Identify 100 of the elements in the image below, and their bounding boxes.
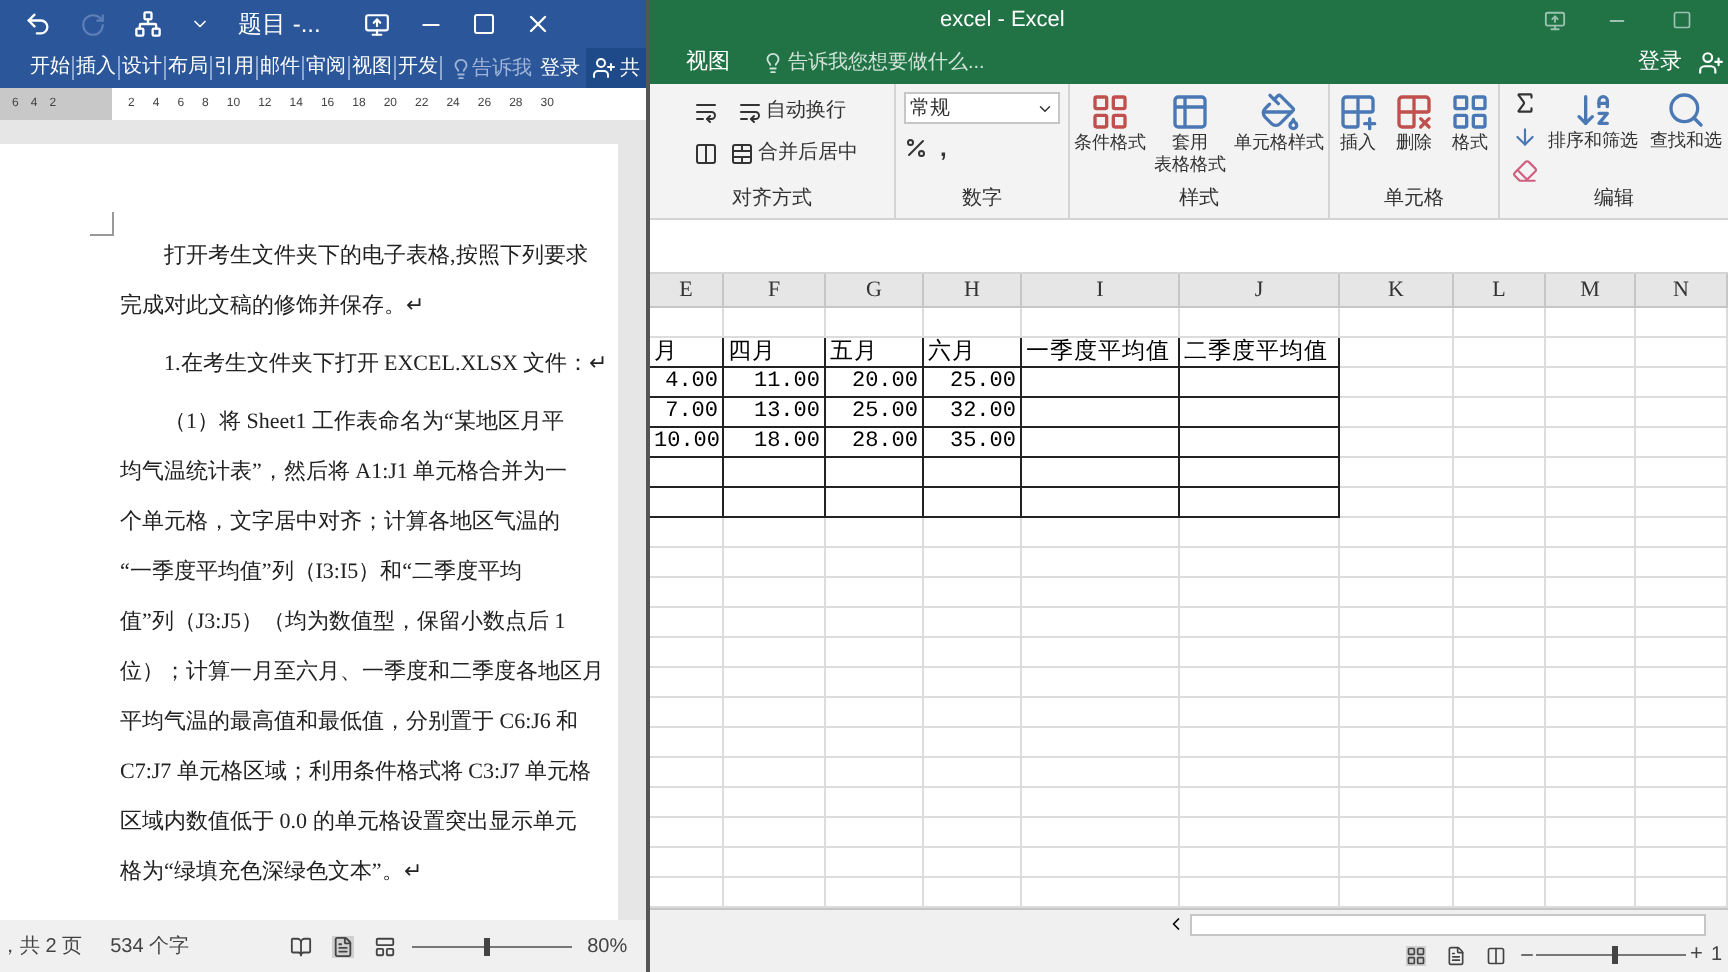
- ribbon-button[interactable]: 查找和选: [1648, 90, 1724, 184]
- share-button[interactable]: 共: [586, 48, 646, 88]
- ribbon-button[interactable]: 条件格式: [1072, 92, 1148, 184]
- column-header[interactable]: G: [826, 274, 924, 306]
- table-cell[interactable]: 六月: [924, 338, 1022, 368]
- undo-icon[interactable]: [24, 10, 52, 38]
- zoom-level: 1: [1710, 942, 1722, 970]
- ribbon-tab[interactable]: 引用: [212, 56, 258, 80]
- table-cell[interactable]: [1022, 488, 1180, 518]
- eraser-icon[interactable]: [1512, 158, 1538, 184]
- merge-center-button[interactable]: 合并后居中: [730, 138, 858, 168]
- group-label: 样式: [1177, 185, 1221, 214]
- table-cell[interactable]: 20.00: [826, 368, 924, 398]
- table-cell[interactable]: 二季度平均值: [1180, 338, 1340, 368]
- table-cell[interactable]: [826, 488, 924, 518]
- column-header[interactable]: N: [1636, 274, 1728, 306]
- table-cell[interactable]: 25.00: [924, 368, 1022, 398]
- print-layout-icon[interactable]: [331, 935, 354, 957]
- sign-in-link[interactable]: 登录: [540, 53, 580, 83]
- table-cell[interactable]: [1180, 368, 1340, 398]
- ribbon-button[interactable]: 排序和筛选: [1546, 90, 1640, 184]
- table-cell[interactable]: [1180, 458, 1340, 488]
- ribbon-button[interactable]: 套用 表格格式: [1152, 92, 1228, 184]
- table-cell[interactable]: [924, 488, 1022, 518]
- column-header[interactable]: H: [924, 274, 1022, 306]
- window-title: 题目 -...: [238, 8, 321, 42]
- ribbon-tab[interactable]: 开始: [28, 56, 74, 80]
- read-mode-icon[interactable]: [289, 935, 312, 957]
- word-count: 534 个字: [110, 933, 190, 961]
- ribbon-display-icon[interactable]: [1544, 9, 1567, 31]
- table-icon: [1170, 92, 1210, 132]
- table-cell[interactable]: 35.00: [924, 428, 1022, 458]
- table-cell[interactable]: 13.00: [724, 398, 826, 428]
- table-cell[interactable]: [1180, 488, 1340, 518]
- web-layout-icon[interactable]: [373, 935, 396, 957]
- table-cell[interactable]: [826, 458, 924, 488]
- ribbon-tab[interactable]: 邮件: [258, 56, 304, 80]
- ribbon-tab[interactable]: 视图: [686, 45, 730, 79]
- grid-icon: [1450, 92, 1490, 132]
- number-format-dropdown[interactable]: 常规: [904, 92, 1060, 124]
- column-header[interactable]: M: [1546, 274, 1636, 306]
- ribbon-button[interactable]: 单元格样式: [1232, 92, 1326, 184]
- table-cell[interactable]: 25.00: [826, 398, 924, 428]
- sort-icon: [1573, 90, 1613, 130]
- ribbon-tab[interactable]: 插入: [74, 56, 120, 80]
- table-cell[interactable]: 28.00: [826, 428, 924, 458]
- column-header[interactable]: F: [724, 274, 826, 306]
- ribbon-tab[interactable]: 开发: [396, 56, 442, 80]
- lightbulb-icon: [762, 51, 784, 73]
- table-cell[interactable]: [1022, 458, 1180, 488]
- table-cell[interactable]: [724, 458, 826, 488]
- table-cell[interactable]: [1180, 398, 1340, 428]
- tell-me-field[interactable]: 告诉我您想要做什么...: [788, 47, 985, 77]
- wrap-text-icon: [738, 99, 762, 123]
- wrap-text-button[interactable]: 自动换行: [738, 96, 846, 126]
- ribbon-tab[interactable]: 审阅: [304, 56, 350, 80]
- ribbon-button[interactable]: 插入: [1336, 92, 1380, 184]
- table-cell[interactable]: 一季度平均值: [1022, 338, 1180, 368]
- horizontal-scrollbar[interactable]: [1190, 913, 1706, 935]
- redo-icon[interactable]: [80, 11, 106, 37]
- share-icon[interactable]: [1698, 49, 1724, 75]
- paragraph: （1）将 Sheet1 工作表命名为“某地区月平 均气温统计表”，然后将 A1:J1 单元格合并为一 个单元格，文字居中对齐；计算各地区气温的 “一季度平均值”列（I3:I5）和“二季度平均 值”列（J3:J5）（均为数值型，保留小数点后 1 位）；计算一月至六月、一季度和二季度各地区月 平均气温的最高值和最低值，分别置于 C6:J6 和 C7:J7 单元格区域；利用条件格式将 C3:J7 单元格 区域内数值低于 0.0 的单元格设置突出显示单元 格为“绿填充色深绿色文本”。↵: [118, 407, 606, 888]
- column-header[interactable]: I: [1022, 274, 1180, 306]
- zoom-in-button[interactable]: +: [1690, 938, 1703, 972]
- table-cell[interactable]: 11.00: [724, 368, 826, 398]
- table-cell[interactable]: 32.00: [924, 398, 1022, 428]
- ribbon-display-icon[interactable]: [364, 11, 391, 37]
- table-cell[interactable]: 四月: [724, 338, 826, 368]
- table-cell[interactable]: [1022, 398, 1180, 428]
- group-label: 数字: [960, 185, 1004, 214]
- zoom-thumb[interactable]: [483, 937, 490, 955]
- comma-style-button[interactable]: ,: [940, 136, 947, 160]
- zoom-thumb[interactable]: [1611, 946, 1617, 964]
- page-break-icon[interactable]: [1486, 945, 1506, 965]
- ribbon-button[interactable]: 删除: [1392, 92, 1436, 184]
- column-header[interactable]: K: [1340, 274, 1454, 306]
- table-cell[interactable]: [724, 488, 826, 518]
- ribbon-tab[interactable]: 视图: [350, 56, 396, 80]
- table-cell[interactable]: [1180, 428, 1340, 458]
- autosum-icon[interactable]: [1512, 90, 1538, 116]
- ribbon-tab[interactable]: 布局: [166, 56, 212, 80]
- grid-icon: [1090, 92, 1130, 132]
- sign-in-link[interactable]: 登录: [1638, 45, 1682, 79]
- column-header[interactable]: J: [1180, 274, 1340, 306]
- ribbon-button[interactable]: 格式: [1448, 92, 1492, 184]
- maximize-icon[interactable]: [1672, 10, 1693, 30]
- zoom-level: 80%: [587, 933, 628, 961]
- table-cell[interactable]: 18.00: [724, 428, 826, 458]
- table-cell[interactable]: 五月: [826, 338, 924, 368]
- normal-view-icon[interactable]: [1406, 945, 1426, 965]
- group-label: 对齐方式: [730, 185, 814, 214]
- ribbon-tab[interactable]: 设计: [120, 56, 166, 80]
- column-header[interactable]: L: [1454, 274, 1546, 306]
- table-cell[interactable]: [1022, 428, 1180, 458]
- hierarchy-icon[interactable]: [134, 10, 162, 38]
- paragraph: 1.在考生文件夹下打开 EXCEL.XLSX 文件：↵: [162, 349, 610, 380]
- table-cell[interactable]: [924, 458, 1022, 488]
- table-cell[interactable]: [1022, 368, 1180, 398]
- percent-icon[interactable]: [904, 136, 928, 160]
- page-layout-icon[interactable]: [1446, 945, 1466, 965]
